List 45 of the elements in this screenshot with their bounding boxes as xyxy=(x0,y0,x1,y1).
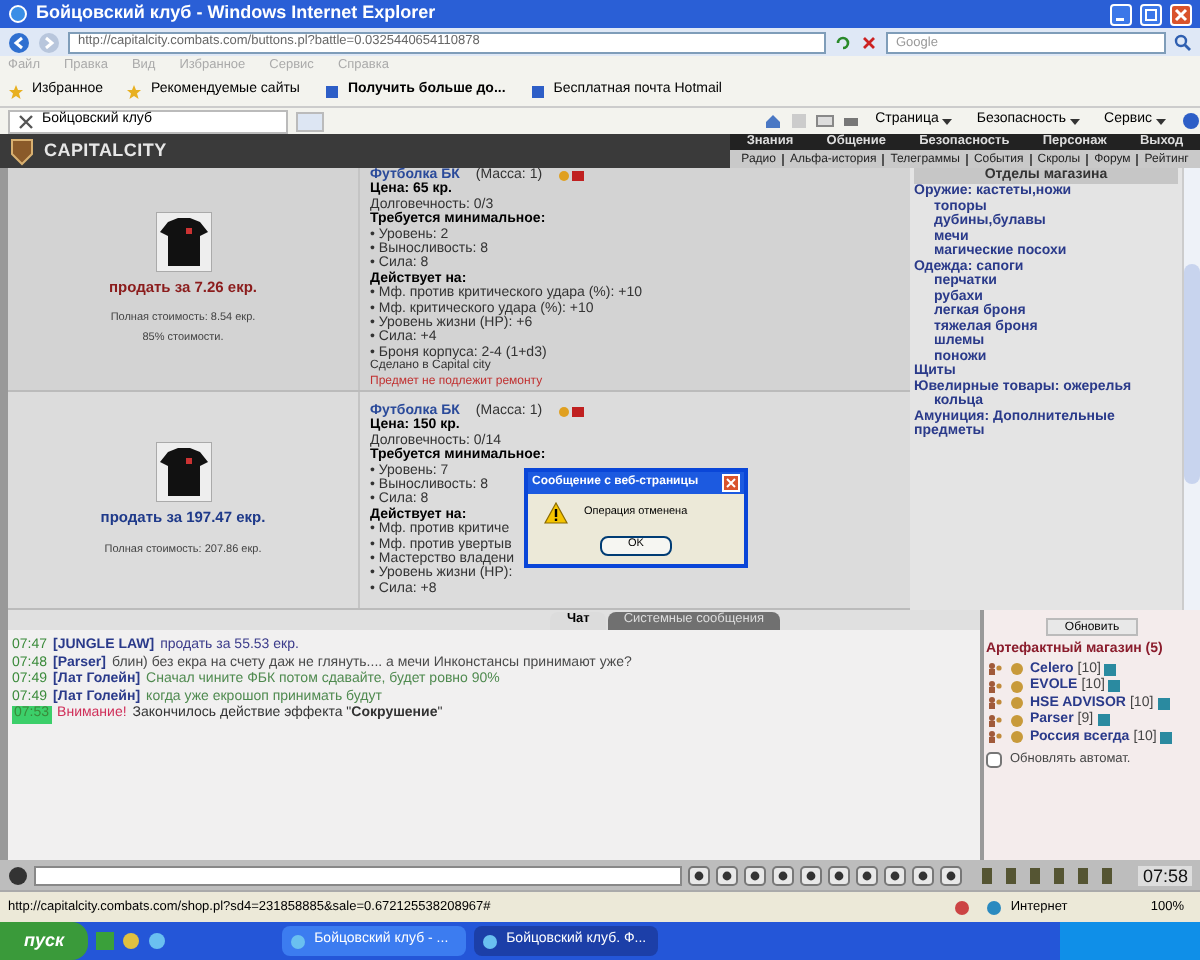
close-button[interactable] xyxy=(1170,3,1192,25)
star-icon xyxy=(126,83,143,99)
refresh-icon[interactable] xyxy=(834,33,852,51)
home-icon[interactable] xyxy=(763,112,782,130)
maximize-button[interactable] xyxy=(1140,3,1162,25)
page-icon xyxy=(529,83,546,99)
users-icon[interactable] xyxy=(986,662,1004,677)
stop-icon[interactable] xyxy=(860,33,878,51)
system-tray xyxy=(1060,922,1200,960)
close-icon xyxy=(1174,7,1188,21)
item-badge-icon xyxy=(558,405,587,418)
users-icon[interactable] xyxy=(986,679,1004,694)
browser-icon[interactable] xyxy=(148,932,167,950)
mail-icon[interactable] xyxy=(815,112,834,130)
avatar-icon xyxy=(8,865,28,885)
start-button[interactable]: пуск xyxy=(0,922,89,960)
minimize-button[interactable] xyxy=(1110,3,1132,25)
chat-input-field[interactable] xyxy=(34,865,682,885)
close-button[interactable] xyxy=(722,474,740,492)
window-title: Бойцовский клуб - Windows Internet Explorer xyxy=(36,0,438,27)
browser-icon xyxy=(8,4,28,24)
maximize-icon xyxy=(1144,7,1158,21)
item-badge-icon xyxy=(558,169,587,182)
page-icon xyxy=(323,83,340,99)
caret-icon xyxy=(942,117,953,125)
scrollbar-thumb[interactable] xyxy=(1184,264,1200,484)
users-icon[interactable] xyxy=(986,730,1004,745)
auto-refresh-checkbox[interactable] xyxy=(986,751,1002,768)
browser-icon xyxy=(290,933,307,949)
warning-icon xyxy=(544,502,568,524)
users-icon[interactable] xyxy=(986,696,1004,711)
scrollbar[interactable] xyxy=(1182,168,1200,610)
search-icon[interactable] xyxy=(1174,33,1192,51)
close-icon xyxy=(726,478,736,488)
caret-icon xyxy=(1156,117,1166,125)
t-shirt-drawing xyxy=(155,442,211,503)
back-icon[interactable] xyxy=(8,31,30,53)
browser-icon xyxy=(482,933,499,949)
caret-icon xyxy=(1070,117,1081,125)
star-icon xyxy=(8,83,24,99)
clock-text: 07:58 xyxy=(1138,865,1192,885)
game-logo: CAPITALCITY xyxy=(44,137,167,164)
t-shirt-drawing xyxy=(155,211,211,272)
users-icon[interactable] xyxy=(986,713,1004,728)
page-icon xyxy=(18,113,34,129)
